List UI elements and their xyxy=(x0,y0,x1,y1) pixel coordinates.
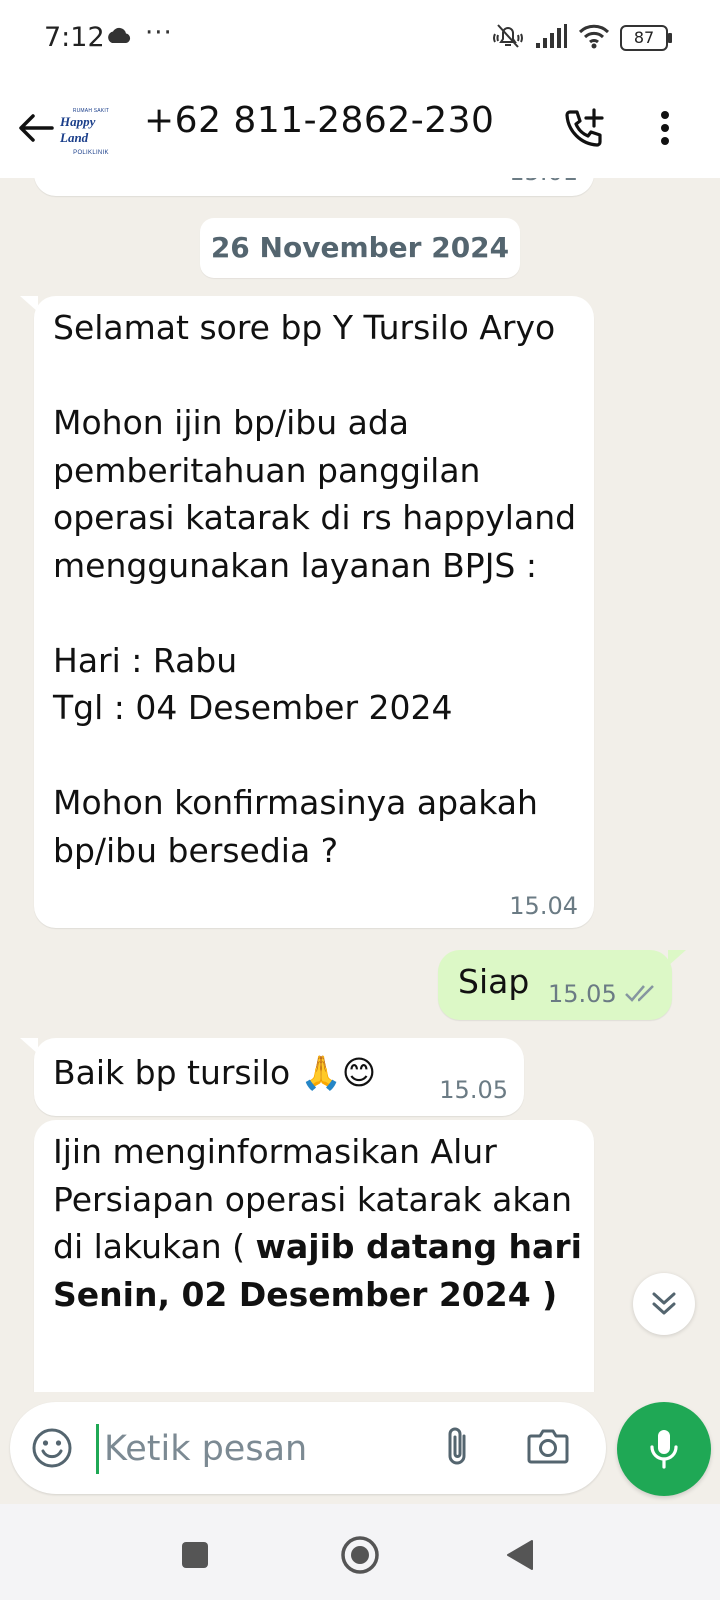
attach-button[interactable] xyxy=(442,1424,472,1474)
avatar-line-2: Happy Land xyxy=(60,114,96,145)
camera-icon xyxy=(527,1429,569,1464)
microphone-icon xyxy=(650,1430,678,1469)
recents-button[interactable] xyxy=(170,1530,220,1580)
message-time: 15.05 xyxy=(439,1076,508,1104)
date-divider: 26 November 2024 xyxy=(200,218,520,278)
arrow-left-icon xyxy=(19,114,54,142)
emoji-button[interactable] xyxy=(30,1426,74,1474)
contact-avatar[interactable]: RUMAH SAKIT Happy Land POLIKLINIK xyxy=(60,108,122,156)
incoming-message-bubble[interactable]: Baik bp tursilo 🙏😊 15.05 xyxy=(34,1038,524,1116)
outgoing-message-bubble[interactable]: Siap 15.05 xyxy=(438,950,672,1020)
battery-indicator: 87 xyxy=(620,25,672,51)
paperclip-icon xyxy=(448,1427,466,1465)
wifi-icon xyxy=(578,23,610,53)
avatar-line-3: POLIKLINIK xyxy=(73,150,109,156)
message-input[interactable] xyxy=(104,1422,424,1476)
add-call-button[interactable] xyxy=(560,104,608,152)
double-chevron-down-icon xyxy=(652,1292,676,1315)
signal-icon xyxy=(534,23,568,53)
triangle-back-icon xyxy=(507,1540,533,1570)
more-notifications-icon: ··· xyxy=(145,18,173,48)
more-vertical-icon xyxy=(661,111,669,145)
message-time: 15.04 xyxy=(509,892,578,920)
bubble-tail xyxy=(668,950,686,966)
phone-plus-icon xyxy=(565,108,604,147)
status-icons: 87 xyxy=(492,22,672,54)
system-navigation-bar xyxy=(0,1504,720,1600)
incoming-message-bubble[interactable]: Selamat sore bp Y Tursilo Aryo Mohon iji… xyxy=(34,296,594,928)
chat-area[interactable]: 15.01 26 November 2024 Selamat sore bp Y… xyxy=(0,178,720,1392)
circle-icon xyxy=(341,1536,379,1574)
camera-button[interactable] xyxy=(526,1426,570,1470)
scroll-to-bottom-button[interactable] xyxy=(633,1273,695,1335)
message-text: Baik bp tursilo 🙏😊 xyxy=(53,1053,377,1092)
square-icon xyxy=(182,1542,208,1568)
more-options-button[interactable] xyxy=(650,104,680,152)
read-checkmarks-icon xyxy=(625,985,654,1002)
status-time: 7:12 xyxy=(44,22,105,53)
smiley-icon xyxy=(32,1428,72,1468)
text-cursor xyxy=(96,1424,99,1474)
status-bar: 7:12 ··· 87 xyxy=(0,0,720,78)
incoming-message-bubble[interactable]: Ijin menginformasikan Alur Persiapan ope… xyxy=(34,1120,594,1392)
back-nav-button[interactable] xyxy=(495,1530,545,1580)
mute-icon xyxy=(492,22,524,54)
message-text: Selamat sore bp Y Tursilo Aryo Mohon iji… xyxy=(53,308,577,870)
message-composer xyxy=(10,1402,606,1494)
message-text: Siap xyxy=(458,962,530,1001)
message-time: 15.01 xyxy=(509,178,578,186)
message-time: 15.05 xyxy=(548,980,617,1008)
back-button[interactable] xyxy=(14,106,58,150)
home-button[interactable] xyxy=(335,1530,385,1580)
chat-header: RUMAH SAKIT Happy Land POLIKLINIK +62 81… xyxy=(0,78,720,178)
voice-message-button[interactable] xyxy=(617,1402,711,1496)
previous-message-bubble[interactable]: 15.01 xyxy=(34,178,594,196)
message-text: Ijin menginformasikan Alur Persiapan ope… xyxy=(53,1128,583,1318)
contact-name[interactable]: +62 811-2862-230 xyxy=(144,100,494,141)
cloud-icon xyxy=(106,27,132,49)
